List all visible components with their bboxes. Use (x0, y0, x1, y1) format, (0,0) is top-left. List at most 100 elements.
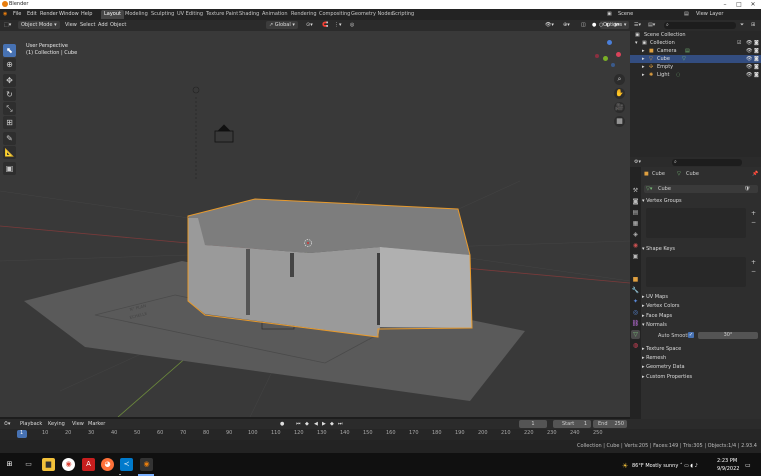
section-normals[interactable]: ▾ Normals (642, 321, 760, 330)
windows-start-icon[interactable]: ⊞ (3, 458, 16, 471)
auto-smooth-angle-field[interactable]: 30° (698, 332, 758, 339)
tab-scripting[interactable]: Scripting (389, 10, 417, 19)
chevron-right-icon[interactable]: ▸ (642, 47, 645, 55)
add-cube-tool-icon[interactable]: ▣ (3, 162, 16, 175)
output-tab-icon[interactable]: ▤ (631, 208, 640, 217)
section-face-maps[interactable]: ▸ Face Maps (642, 312, 760, 321)
menu-help[interactable]: Help (81, 11, 92, 17)
outliner-search-input[interactable]: ⌕ (664, 22, 736, 29)
physics-tab-icon[interactable]: ◎ (631, 308, 640, 317)
jump-end-icon[interactable]: ⏭ (338, 420, 343, 428)
file-explorer-icon[interactable]: ▆ (42, 458, 55, 471)
outliner-row-light[interactable]: ▸ ✺ Light ◌ 👁 ◙ (630, 71, 761, 79)
eye-icon[interactable]: 👁 (746, 55, 752, 63)
blender-taskbar-icon[interactable]: ◉ (140, 458, 153, 471)
fake-user-icon[interactable]: 🛡 (744, 186, 750, 192)
timeline-view-menu[interactable]: View (72, 420, 84, 428)
add-shape-key-button[interactable]: + (751, 259, 756, 266)
data-tab-icon[interactable]: ▽ (631, 330, 640, 339)
remove-shape-key-button[interactable]: − (751, 268, 756, 275)
mesh-datablock-field[interactable]: ▽▾ Cube 🛡 (644, 185, 758, 193)
menu-edit[interactable]: Edit (27, 11, 37, 17)
tab-uv-editing[interactable]: UV Editing (174, 10, 206, 19)
pan-view-icon[interactable]: ✋ (614, 88, 625, 99)
measure-tool-icon[interactable]: 📐 (3, 146, 16, 159)
notification-icon[interactable]: ▭ (745, 462, 751, 469)
camera-view-icon[interactable]: 🎥 (614, 102, 625, 113)
scene-selector[interactable]: Scene (618, 11, 633, 17)
3d-viewport[interactable]: N° PLAN ECHELLE User Perspective (1) Col… (0, 31, 630, 417)
jump-start-icon[interactable]: ⏮ (296, 420, 301, 428)
proportional-edit-icon[interactable]: ◎ (350, 21, 354, 29)
visibility-icon[interactable]: 👁▾ (545, 21, 554, 29)
outliner-row-camera[interactable]: ▸ ■ Camera ▤ 👁 ◙ (630, 47, 761, 55)
annotate-tool-icon[interactable]: ✎ (3, 132, 16, 145)
menu-file[interactable]: File (13, 11, 21, 17)
menu-render[interactable]: Render (40, 11, 58, 17)
wireframe-shading-icon[interactable]: ○ (599, 21, 603, 29)
object-menu[interactable]: Object (110, 21, 126, 29)
prev-key-icon[interactable]: ◆ (305, 420, 309, 428)
section-uv-maps[interactable]: ▸ UV Maps (642, 293, 760, 302)
render-tab-icon[interactable]: ◙ (631, 197, 640, 206)
task-view-icon[interactable]: ▭ (22, 458, 35, 471)
eye-icon[interactable]: 👁 (746, 39, 752, 47)
minimize-button[interactable]: – (718, 0, 732, 9)
select-box-tool-icon[interactable]: ⬉ (3, 44, 16, 57)
outliner-row-cube[interactable]: ▸ ▽ Cube ▽ 👁 ◙ (630, 55, 761, 63)
outliner-row-scene-collection[interactable]: ▣ Scene Collection (630, 31, 761, 39)
scene-tab-icon[interactable]: ◈ (631, 230, 640, 239)
chevron-right-icon[interactable]: ▸ (642, 55, 645, 63)
playback-menu[interactable]: Playback (20, 420, 42, 428)
camera-render-icon[interactable]: ◙ (754, 55, 759, 63)
material-tab-icon[interactable]: ◍ (631, 341, 640, 350)
constraints-tab-icon[interactable]: ⛓ (631, 319, 640, 328)
clock-time[interactable]: 2:23 PM (717, 458, 737, 464)
camera-render-icon[interactable]: ◙ (754, 47, 759, 55)
marker-menu[interactable]: Marker (88, 420, 105, 428)
ortho-toggle-icon[interactable]: ▦ (614, 116, 625, 127)
auto-smooth-checkbox[interactable]: ✓ (688, 332, 694, 338)
timeline-ruler[interactable]: 1 10 20 30 40 50 60 70 80 90 100 110 120… (0, 429, 761, 440)
cursor-tool-icon[interactable]: ⊕ (3, 58, 16, 71)
acrobat-icon[interactable]: A (82, 458, 95, 471)
tab-modeling[interactable]: Modeling (122, 10, 151, 19)
view-menu[interactable]: View (65, 21, 77, 29)
record-icon[interactable]: ● (280, 420, 284, 428)
chevron-down-icon[interactable]: ▾ (635, 39, 638, 47)
close-button[interactable]: ✕ (746, 0, 760, 9)
eye-icon[interactable]: 👁 (746, 63, 752, 71)
filter-icon[interactable]: ⏷ (740, 22, 744, 28)
transform-orientation-selector[interactable]: ↗ Global ▾ (266, 21, 298, 29)
section-custom-properties[interactable]: ▸ Custom Properties (642, 373, 760, 382)
outliner-row-empty[interactable]: ▸ ✣ Empty 👁 ◙ (630, 63, 761, 71)
xray-icon[interactable]: ◫ (581, 21, 586, 29)
system-tray-icons[interactable]: ˄ ▭ ◖ ♪ (680, 463, 698, 469)
camera-render-icon[interactable]: ◙ (754, 63, 759, 71)
section-shape-keys[interactable]: ▾ Shape Keys (642, 245, 760, 254)
rotate-tool-icon[interactable]: ↻ (3, 88, 16, 101)
section-geometry-data[interactable]: ▸ Geometry Data (642, 363, 760, 372)
navigation-gizmo[interactable] (594, 40, 624, 70)
camera-render-icon[interactable]: ◙ (754, 71, 759, 79)
gizmo-icon[interactable]: ⊕▾ (563, 21, 570, 29)
pivot-icon[interactable]: ⊙▾ (306, 21, 313, 29)
solid-shading-icon[interactable]: ● (592, 21, 596, 29)
rendered-shading-icon[interactable]: ◑▾ (613, 21, 620, 29)
gizmo-neg-x-icon[interactable] (595, 54, 599, 58)
timeline-editor-icon[interactable]: ⏱▾ (4, 420, 10, 428)
add-menu[interactable]: Add (98, 21, 108, 29)
current-frame-field[interactable]: 1 (519, 420, 547, 428)
maximize-button[interactable]: □ (732, 0, 746, 9)
start-frame-field[interactable]: Start 1 (553, 420, 591, 428)
checkbox-icon[interactable]: ☑ (737, 39, 741, 47)
snap-increment-icon[interactable]: ⋮▾ (334, 21, 342, 29)
next-key-icon[interactable]: ◆ (330, 420, 334, 428)
object-tab-icon[interactable]: ■ (631, 275, 640, 284)
chrome-icon[interactable]: ◉ (62, 458, 75, 471)
tab-layout[interactable]: Layout (101, 10, 124, 19)
particles-tab-icon[interactable]: ✦ (631, 297, 640, 306)
add-vertex-group-button[interactable]: + (751, 210, 756, 217)
material-shading-icon[interactable]: ◐ (606, 21, 610, 29)
eye-icon[interactable]: 👁 (746, 71, 752, 79)
